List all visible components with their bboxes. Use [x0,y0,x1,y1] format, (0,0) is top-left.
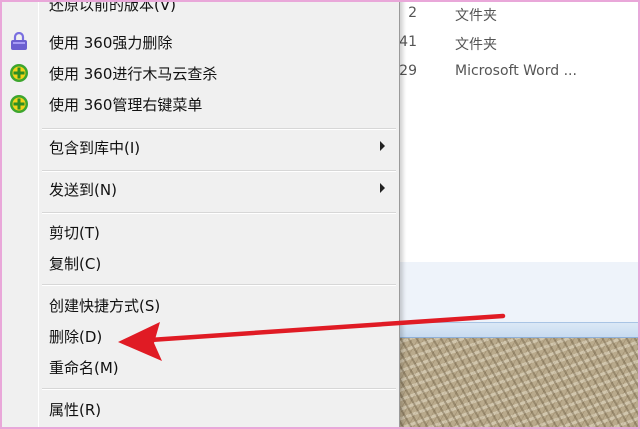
annotation-arrow-icon [118,313,506,361]
